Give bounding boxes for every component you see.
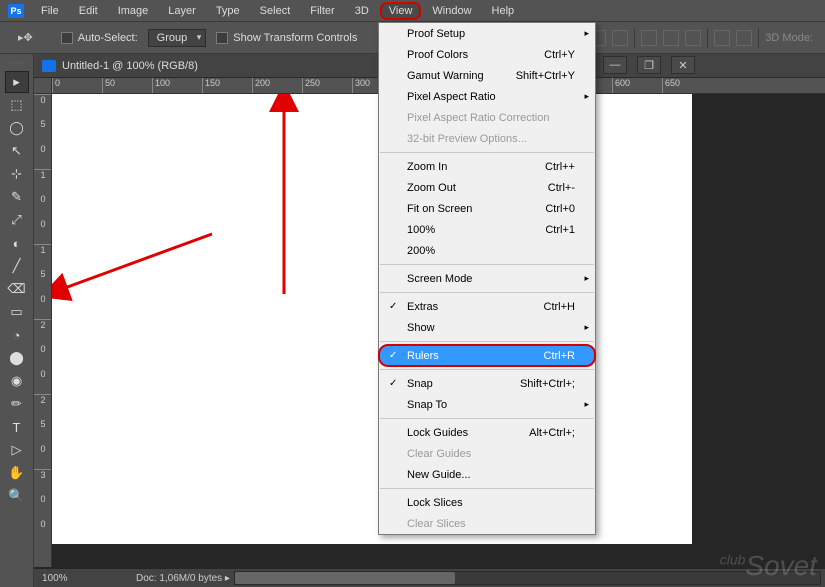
close-button[interactable]: ✕ (671, 56, 695, 74)
menu-type[interactable]: Type (207, 2, 249, 20)
auto-select-checkbox[interactable]: Auto-Select: (61, 32, 138, 44)
ruler-corner[interactable] (34, 78, 52, 94)
menu-item-proof-colors[interactable]: Proof ColorsCtrl+Y (379, 44, 595, 65)
menu-item-32-bit-preview-options-: 32-bit Preview Options... (379, 128, 595, 149)
3d-mode-label: 3D Mode: (765, 32, 813, 44)
scrollbar-thumb[interactable] (235, 572, 455, 584)
menu-window[interactable]: Window (423, 2, 480, 20)
menu-filter[interactable]: Filter (301, 2, 343, 20)
tool-15[interactable]: T (5, 416, 29, 438)
menu-item-clear-guides: Clear Guides (379, 443, 595, 464)
tool-0[interactable]: ▸ (5, 71, 29, 93)
document-title: Untitled-1 @ 100% (RGB/8) (62, 60, 198, 72)
group-dropdown[interactable]: Group (148, 29, 207, 47)
zoom-level[interactable]: 100% (34, 573, 96, 584)
checkbox-icon (61, 32, 73, 44)
menu-image[interactable]: Image (109, 2, 158, 20)
menu-item-fit-on-screen[interactable]: Fit on ScreenCtrl+0 (379, 198, 595, 219)
menu-item-proof-setup[interactable]: Proof Setup (379, 23, 595, 44)
distribute-icon[interactable] (641, 30, 657, 46)
show-transform-label: Show Transform Controls (233, 32, 357, 44)
watermark: clubSovet (720, 550, 817, 583)
tool-2[interactable]: ◯ (5, 117, 29, 139)
menu-item-clear-slices: Clear Slices (379, 513, 595, 534)
tool-14[interactable]: ✏ (5, 393, 29, 415)
arrange-icon[interactable] (736, 30, 752, 46)
menu-item-screen-mode[interactable]: Screen Mode (379, 268, 595, 289)
ps-logo-icon: Ps (8, 4, 24, 18)
tool-12[interactable]: ⬤ (5, 347, 29, 369)
tool-10[interactable]: ▭ (5, 301, 29, 323)
distribute-icon[interactable] (685, 30, 701, 46)
menu-file[interactable]: File (32, 2, 68, 20)
menu-item-rulers[interactable]: RulersCtrl+R (379, 345, 595, 366)
status-bar: 100% Doc: 1,06M/0 bytes ▸ (34, 569, 825, 587)
move-tool-icon: ▸✥ (18, 31, 33, 44)
menu-item-pixel-aspect-ratio-correction: Pixel Aspect Ratio Correction (379, 107, 595, 128)
menu-item-pixel-aspect-ratio[interactable]: Pixel Aspect Ratio (379, 86, 595, 107)
minimize-button[interactable]: — (603, 56, 627, 74)
vertical-ruler[interactable]: 050100150200250300 (34, 94, 52, 567)
doc-info[interactable]: Doc: 1,06M/0 bytes ▸ (96, 573, 230, 584)
tool-6[interactable]: ⤢ (5, 209, 29, 231)
tool-4[interactable]: ⊹ (5, 163, 29, 185)
checkbox-icon (216, 32, 228, 44)
toolbar: ∙∙∙∙ ▸⬚◯↖⊹✎⤢◐╱⌫▭◔⬤◉✏T▷✋🔍 (0, 54, 34, 587)
show-transform-checkbox[interactable]: Show Transform Controls (216, 32, 357, 44)
view-menu-dropdown: Proof SetupProof ColorsCtrl+YGamut Warni… (378, 22, 596, 535)
menu-view[interactable]: View (380, 2, 422, 20)
distribute-icon[interactable] (663, 30, 679, 46)
menu-item-gamut-warning[interactable]: Gamut WarningShift+Ctrl+Y (379, 65, 595, 86)
menu-layer[interactable]: Layer (159, 2, 205, 20)
menubar: Ps FileEditImageLayerTypeSelectFilter3DV… (0, 0, 825, 22)
auto-select-label: Auto-Select: (78, 32, 138, 44)
menu-item-200-[interactable]: 200% (379, 240, 595, 261)
tool-18[interactable]: 🔍 (5, 485, 29, 507)
tool-1[interactable]: ⬚ (5, 94, 29, 116)
tool-13[interactable]: ◉ (5, 370, 29, 392)
tool-8[interactable]: ╱ (5, 255, 29, 277)
menu-item-100-[interactable]: 100%Ctrl+1 (379, 219, 595, 240)
menu-item-lock-slices[interactable]: Lock Slices (379, 492, 595, 513)
canvas[interactable] (52, 94, 692, 544)
ps-doc-icon (42, 60, 56, 72)
arrange-icon[interactable] (714, 30, 730, 46)
menu-item-show[interactable]: Show (379, 317, 595, 338)
menu-help[interactable]: Help (483, 2, 524, 20)
menu-item-extras[interactable]: ExtrasCtrl+H (379, 296, 595, 317)
menu-edit[interactable]: Edit (70, 2, 107, 20)
menu-item-new-guide-[interactable]: New Guide... (379, 464, 595, 485)
menu-item-snap[interactable]: SnapShift+Ctrl+; (379, 373, 595, 394)
tool-17[interactable]: ✋ (5, 462, 29, 484)
menu-item-snap-to[interactable]: Snap To (379, 394, 595, 415)
maximize-button[interactable]: ❐ (637, 56, 661, 74)
tool-5[interactable]: ✎ (5, 186, 29, 208)
tool-11[interactable]: ◔ (5, 324, 29, 346)
tool-9[interactable]: ⌫ (5, 278, 29, 300)
menu-3d[interactable]: 3D (346, 2, 378, 20)
tool-7[interactable]: ◐ (5, 232, 29, 254)
menu-select[interactable]: Select (251, 2, 300, 20)
menu-item-zoom-out[interactable]: Zoom OutCtrl+- (379, 177, 595, 198)
tool-16[interactable]: ▷ (5, 439, 29, 461)
menu-item-zoom-in[interactable]: Zoom InCtrl++ (379, 156, 595, 177)
menu-item-lock-guides[interactable]: Lock GuidesAlt+Ctrl+; (379, 422, 595, 443)
tool-3[interactable]: ↖ (5, 140, 29, 162)
align-icon[interactable] (612, 30, 628, 46)
